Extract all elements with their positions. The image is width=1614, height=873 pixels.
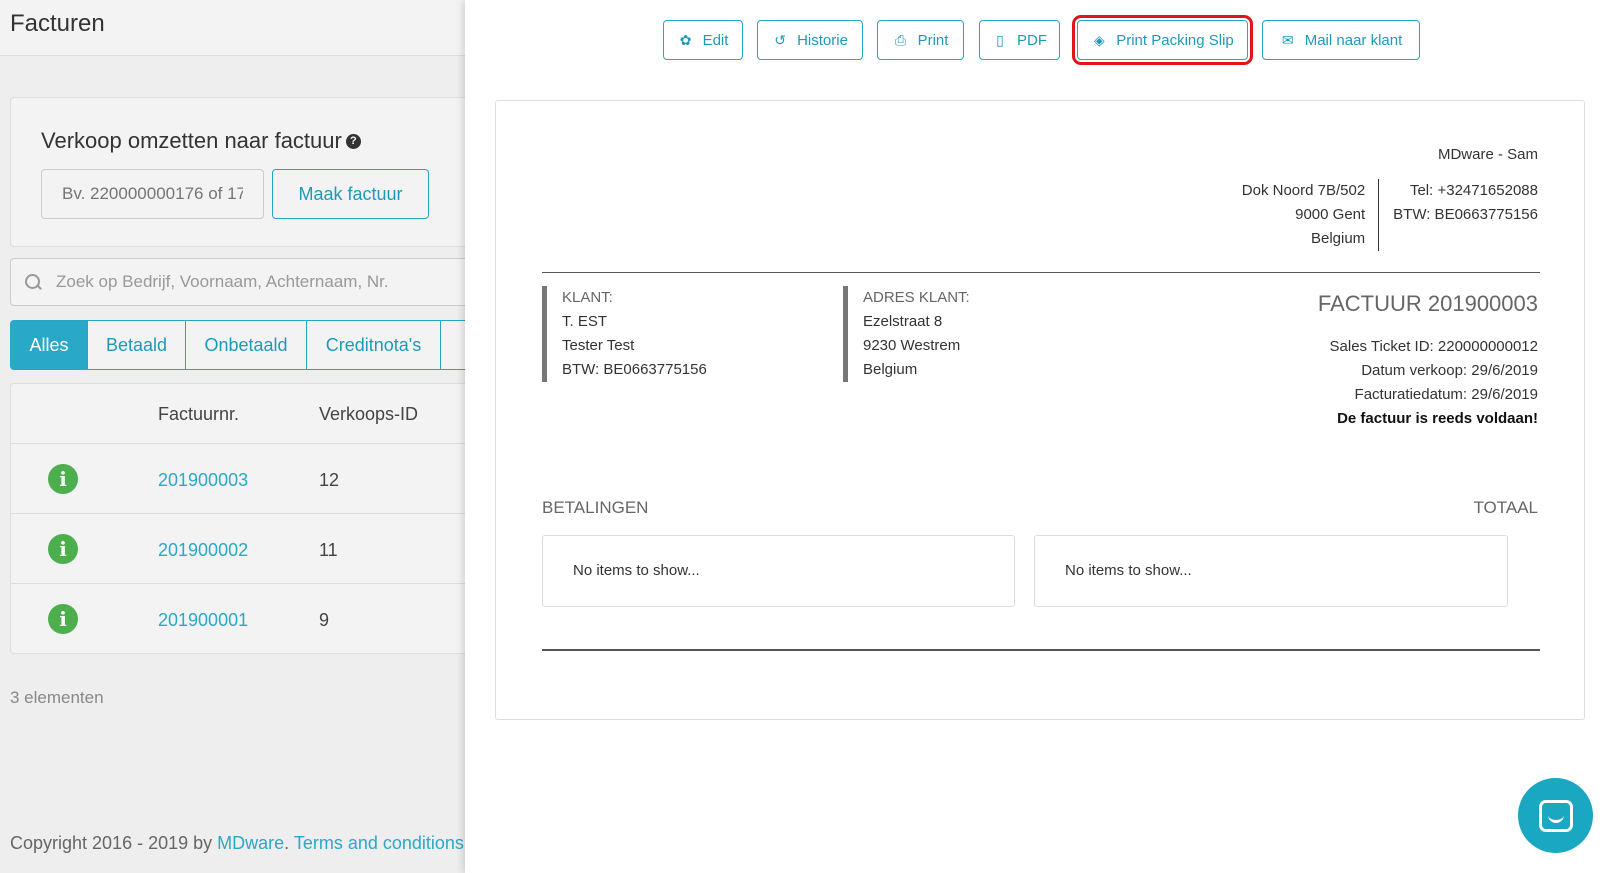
edit-button[interactable]: ✿ Edit (663, 20, 743, 60)
company-contact: Tel: +32471652088 BTW: BE0663775156 (1379, 179, 1538, 251)
package-icon: ◈ (1093, 31, 1105, 48)
meta-line: Sales Ticket ID: 220000000012 (1329, 338, 1538, 355)
gear-icon: ✿ (679, 31, 692, 48)
history-icon: ↺ (774, 31, 786, 48)
pdf-file-icon: ▯ (996, 31, 1004, 48)
customer-label: KLANT: (562, 289, 613, 306)
company-address-block: Dok Noord 7B/502 9000 Gent Belgium Tel: … (1242, 179, 1538, 251)
invoice-number-link[interactable]: 201900002 (158, 540, 248, 561)
tab-onbetaald[interactable]: Onbetaald (185, 320, 307, 370)
convert-sale-card: Verkoop omzetten naar factuur ? Maak fac… (10, 97, 465, 247)
address-line: Belgium (1310, 230, 1366, 247)
make-invoice-button[interactable]: Maak factuur (272, 169, 429, 219)
table-header: Factuurnr. Verkoops-ID (11, 384, 465, 444)
invoice-document: MDware - Sam Dok Noord 7B/502 9000 Gent … (495, 100, 1585, 720)
convert-title: Verkoop omzetten naar factuur ? (41, 128, 449, 154)
payments-empty: No items to show... (542, 535, 1015, 607)
print-label: Print (917, 31, 949, 49)
convert-title-text: Verkoop omzetten naar factuur (41, 128, 342, 153)
pdf-label: PDF (1017, 31, 1047, 49)
sale-id: 12 (319, 470, 340, 490)
history-button[interactable]: ↺ Historie (757, 20, 863, 60)
search-placeholder: Zoek op Bedrijf, Voornaam, Achternaam, N… (56, 272, 389, 291)
invoice-table: Factuurnr. Verkoops-ID i 201900003 12 i … (10, 383, 465, 654)
company-name: MDware - Sam (1437, 146, 1538, 163)
empty-message: No items to show... (1065, 562, 1192, 579)
chat-icon (1538, 799, 1573, 832)
pdf-button[interactable]: ▯ PDF (979, 20, 1060, 60)
meta-line: Datum verkoop: 29/6/2019 (1361, 362, 1538, 379)
invoice-list-panel: Facturen Verkoop omzetten naar factuur ?… (0, 0, 465, 873)
customer-block: KLANT: T. EST Tester Test BTW: BE0663775… (542, 286, 707, 382)
invoice-title: FACTUUR 201900003 (1317, 291, 1538, 316)
print-packing-slip-label: Print Packing Slip (1116, 31, 1234, 49)
chat-launcher-button[interactable] (1518, 778, 1593, 853)
table-row[interactable]: i 201900002 11 (11, 514, 465, 584)
mail-customer-button[interactable]: ✉ Mail naar klant (1262, 20, 1420, 60)
sale-id-input[interactable] (41, 169, 264, 219)
table-row[interactable]: i 201900001 9 (11, 584, 465, 654)
element-count: 3 elementen (10, 688, 104, 707)
customer-address-line: Ezelstraat 8 (863, 313, 943, 330)
table-row[interactable]: i 201900003 12 (11, 444, 465, 514)
sale-id: 11 (319, 540, 338, 560)
info-icon[interactable]: i (48, 534, 78, 564)
customer-address-label: ADRES KLANT: (863, 289, 970, 306)
invoice-toolbar: ✿ Edit ↺ Historie ⎙ Print ▯ PDF ◈ Print … (465, 15, 1614, 65)
company-address: Dok Noord 7B/502 9000 Gent Belgium (1241, 179, 1380, 251)
invoice-number-link[interactable]: 201900003 (158, 470, 248, 491)
footer: Copyright 2016 - 2019 by MDware. Terms a… (10, 833, 465, 854)
mdware-link[interactable]: MDware (217, 833, 284, 853)
customer-address-line: 9230 Westrem (863, 337, 961, 354)
sale-id: 9 (319, 610, 330, 630)
divider (542, 272, 1540, 273)
customer-address-line: Belgium (863, 361, 918, 378)
page-title: Facturen (0, 0, 465, 56)
edit-label: Edit (702, 31, 729, 49)
column-verkoops-id[interactable]: Verkoops-ID (319, 404, 418, 425)
invoice-detail-panel: ✿ Edit ↺ Historie ⎙ Print ▯ PDF ◈ Print … (465, 0, 1614, 873)
mail-customer-label: Mail naar klant (1304, 31, 1403, 49)
envelope-icon: ✉ (1281, 31, 1294, 48)
address-line: Dok Noord 7B/502 (1241, 182, 1366, 199)
tab-alles[interactable]: Alles (10, 320, 88, 370)
contact-line: BTW: BE0663775156 (1393, 206, 1538, 223)
search-input[interactable]: Zoek op Bedrijf, Voornaam, Achternaam, N… (10, 258, 465, 306)
copyright-text: Copyright 2016 - 2019 by (10, 833, 218, 853)
history-label: Historie (797, 31, 848, 49)
terms-link[interactable]: Terms and conditions (294, 833, 464, 853)
total-heading: TOTAAL (1473, 498, 1538, 517)
customer-line: Tester Test (562, 337, 635, 354)
customer-line: BTW: BE0663775156 (562, 361, 707, 378)
tab-creditnotas[interactable]: Creditnota's (306, 320, 441, 370)
info-icon[interactable]: i (48, 464, 78, 494)
invoice-number-link[interactable]: 201900001 (158, 610, 248, 631)
footer-separator: . (284, 833, 294, 853)
info-icon[interactable]: i (48, 604, 78, 634)
paid-note: De factuur is reeds voldaan! (1337, 410, 1538, 427)
column-factuurnr[interactable]: Factuurnr. (158, 404, 239, 425)
tab-betaald[interactable]: Betaald (87, 320, 186, 370)
contact-line: Tel: +32471652088 (1409, 182, 1538, 199)
print-button[interactable]: ⎙ Print (877, 20, 964, 60)
help-icon[interactable]: ? (345, 133, 361, 149)
search-icon (25, 273, 42, 291)
divider (542, 649, 1540, 651)
invoice-meta: Sales Ticket ID: 220000000012 Datum verk… (1330, 335, 1538, 431)
total-empty: No items to show... (1034, 535, 1508, 607)
empty-message: No items to show... (573, 562, 700, 579)
customer-line: T. EST (562, 313, 608, 330)
print-packing-slip-button[interactable]: ◈ Print Packing Slip (1072, 15, 1253, 65)
filter-tabs: Alles Betaald Onbetaald Creditnota's (10, 320, 465, 370)
payments-heading: BETALINGEN (542, 498, 649, 517)
meta-line: Facturatiedatum: 29/6/2019 (1354, 386, 1538, 403)
tab-more[interactable] (440, 320, 465, 370)
customer-address-block: ADRES KLANT: Ezelstraat 8 9230 Westrem B… (843, 286, 970, 382)
printer-icon: ⎙ (894, 31, 907, 48)
address-line: 9000 Gent (1295, 206, 1366, 223)
